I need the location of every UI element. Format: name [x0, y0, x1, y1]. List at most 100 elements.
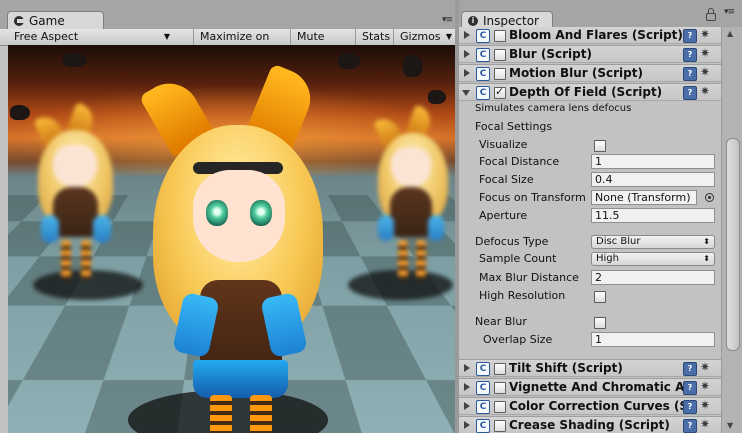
component-enable-checkbox[interactable] [494, 68, 506, 80]
focal-distance-field[interactable]: 1 [591, 154, 715, 169]
focal-distance-label: Focal Distance [479, 155, 560, 168]
scroll-down-icon[interactable]: ▼ [727, 421, 733, 430]
character-eye [206, 200, 228, 226]
lock-icon[interactable] [706, 8, 716, 21]
visualize-checkbox[interactable] [594, 140, 606, 152]
help-icon[interactable]: ? [683, 29, 697, 43]
collapse-arrow-icon[interactable] [464, 69, 470, 77]
inspector-scrollbar[interactable]: ▲ ▼ [721, 27, 742, 433]
collapse-arrow-icon[interactable] [464, 383, 470, 391]
component-crease-shading[interactable]: C Crease Shading (Script) ? ✷ [459, 416, 721, 433]
component-title: Bloom And Flares (Script) [509, 28, 683, 42]
character-eye [250, 200, 272, 226]
visualize-row: Visualize [459, 136, 721, 154]
gear-icon[interactable]: ✷ [700, 84, 710, 98]
component-enable-checkbox[interactable] [494, 382, 506, 394]
component-title: Vignette And Chromatic Ab [509, 380, 684, 394]
gear-icon[interactable]: ✷ [700, 27, 710, 41]
help-icon[interactable]: ? [683, 362, 697, 376]
script-icon: C [476, 67, 490, 81]
collapse-arrow-icon[interactable] [464, 31, 470, 39]
sample-count-dropdown[interactable]: High ⬍ [591, 252, 715, 266]
floating-rock [403, 55, 423, 77]
help-icon[interactable]: ? [683, 419, 697, 433]
help-icon[interactable]: ? [683, 86, 697, 100]
collapse-arrow-icon[interactable] [464, 402, 470, 410]
character-body [390, 187, 432, 237]
updown-arrow-icon: ⬍ [703, 254, 710, 263]
overlap-size-row: Overlap Size 1 [459, 331, 721, 349]
gear-icon[interactable]: ✷ [700, 46, 710, 60]
expand-arrow-icon[interactable] [462, 90, 470, 96]
focal-size-field[interactable]: 0.4 [591, 172, 715, 187]
component-enable-checkbox[interactable] [494, 363, 506, 375]
component-enable-checkbox[interactable] [494, 401, 506, 413]
object-picker-icon[interactable] [705, 193, 714, 202]
high-resolution-checkbox[interactable] [594, 291, 606, 303]
defocus-type-dropdown[interactable]: Disc Blur ⬍ [591, 235, 715, 249]
focus-on-transform-row: Focus on Transform None (Transform) [459, 189, 721, 207]
inspector-pane-menu-icon[interactable]: ▾≡ [724, 8, 735, 17]
help-icon[interactable]: ? [683, 67, 697, 81]
high-resolution-label: High Resolution [479, 289, 566, 302]
script-icon: C [476, 86, 490, 100]
component-enable-checkbox[interactable] [494, 420, 506, 432]
help-icon[interactable]: ? [683, 48, 697, 62]
game-view-icon [14, 15, 24, 26]
collapse-arrow-icon[interactable] [464, 50, 470, 58]
scrollbar-thumb[interactable] [726, 138, 740, 351]
floating-rock [10, 105, 30, 120]
updown-arrow-icon: ⬍ [703, 237, 710, 246]
near-blur-label: Near Blur [475, 315, 527, 328]
max-blur-distance-label: Max Blur Distance [479, 271, 579, 284]
component-tilt-shift[interactable]: C Tilt Shift (Script) ? ✷ [459, 359, 721, 377]
component-blur[interactable]: C Blur (Script) ? ✷ [459, 45, 721, 63]
character-skirt [193, 360, 288, 398]
game-viewport[interactable] [8, 45, 455, 433]
game-view-pane: Game ▾≡ Free Aspect ▼ Maximize on Play M… [0, 0, 455, 433]
component-bloom-and-flares[interactable]: C Bloom And Flares (Script) ? ✷ [459, 27, 721, 44]
max-blur-distance-field[interactable]: 2 [591, 270, 715, 285]
component-vignette[interactable]: C Vignette And Chromatic Ab ? ✷ [459, 378, 721, 396]
game-pane-menu-icon[interactable]: ▾≡ [442, 16, 453, 25]
component-enable-checkbox[interactable] [494, 49, 506, 61]
script-icon: C [476, 400, 490, 414]
maximize-on-play-toggle[interactable]: Maximize on Play [193, 29, 290, 59]
help-icon[interactable]: ? [683, 381, 697, 395]
component-motion-blur[interactable]: C Motion Blur (Script) ? ✷ [459, 64, 721, 82]
help-icon[interactable]: ? [683, 400, 697, 414]
gizmos-dropdown[interactable]: Gizmos ▼ [393, 29, 455, 45]
near-blur-row: Near Blur [459, 313, 721, 331]
overlap-size-field[interactable]: 1 [591, 332, 715, 347]
scroll-up-icon[interactable]: ▲ [727, 29, 733, 38]
chevron-down-icon: ▼ [163, 32, 170, 41]
component-enable-checkbox[interactable] [494, 85, 506, 99]
character-left [33, 102, 143, 305]
info-icon: i [468, 15, 478, 26]
gear-icon[interactable]: ✷ [700, 65, 710, 79]
component-enable-checkbox[interactable] [494, 30, 506, 42]
stats-toggle[interactable]: Stats [355, 29, 393, 45]
script-icon: C [476, 419, 490, 433]
gear-icon[interactable]: ✷ [700, 398, 710, 412]
component-depth-of-field[interactable]: C Depth Of Field (Script) ? ✷ [459, 83, 721, 101]
aspect-dropdown[interactable]: Free Aspect ▼ [8, 29, 174, 45]
defocus-type-value: Disc Blur [596, 236, 641, 247]
aperture-field[interactable]: 11.5 [591, 208, 715, 223]
gear-icon[interactable]: ✷ [700, 379, 710, 393]
game-tab[interactable]: Game [7, 11, 104, 29]
script-icon: C [476, 381, 490, 395]
focus-on-transform-field[interactable]: None (Transform) [591, 190, 697, 205]
gizmos-label: Gizmos [400, 30, 441, 43]
high-resolution-row: High Resolution [459, 287, 721, 305]
component-title: Crease Shading (Script) [509, 418, 670, 432]
collapse-arrow-icon[interactable] [464, 421, 470, 429]
mute-audio-toggle[interactable]: Mute audio [290, 29, 355, 59]
near-blur-checkbox[interactable] [594, 317, 606, 329]
character-leg [250, 395, 272, 433]
gear-icon[interactable]: ✷ [700, 360, 710, 374]
component-color-correction-curves[interactable]: C Color Correction Curves (S ? ✷ [459, 397, 721, 415]
script-icon: C [476, 29, 490, 43]
gear-icon[interactable]: ✷ [700, 417, 710, 431]
collapse-arrow-icon[interactable] [464, 364, 470, 372]
